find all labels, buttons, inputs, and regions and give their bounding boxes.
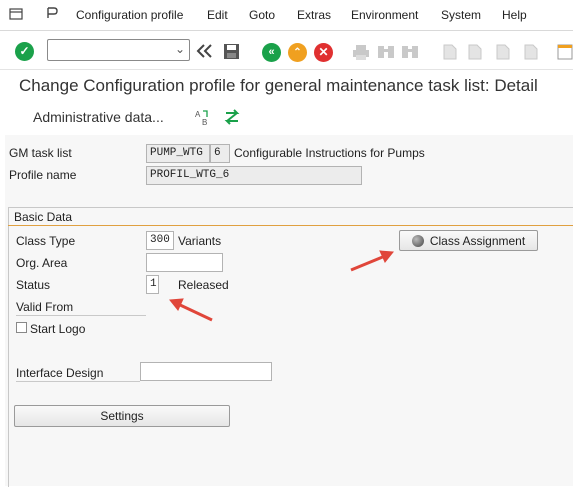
arrow-to-class-assignment bbox=[350, 250, 394, 272]
annotation-arrows bbox=[169, 250, 394, 322]
arrow-to-status bbox=[169, 298, 213, 322]
